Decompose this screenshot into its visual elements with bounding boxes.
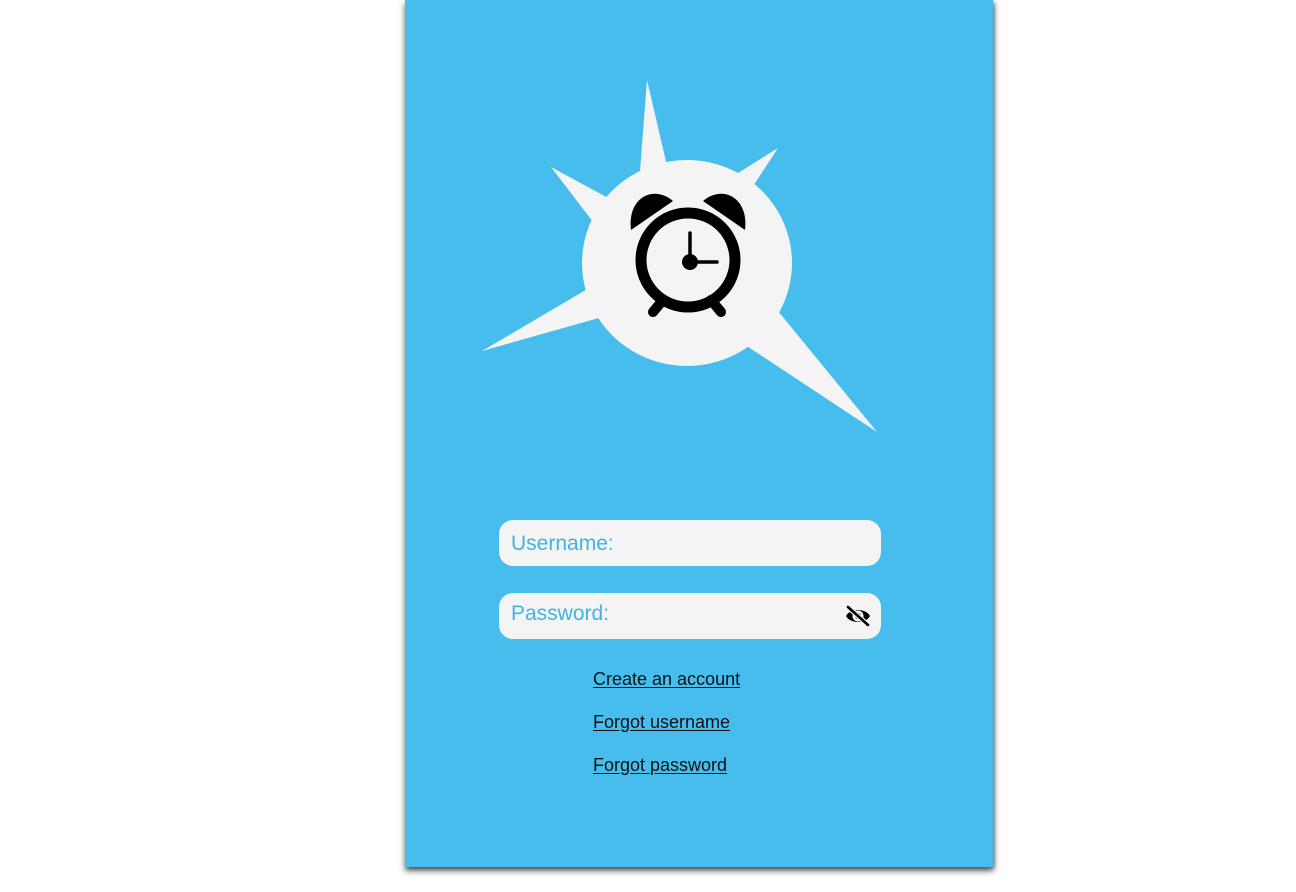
show-password-toggle[interactable] [843, 601, 873, 631]
app-logo [405, 0, 993, 460]
starburst-background [482, 80, 877, 432]
password-field[interactable]: Password: [499, 593, 881, 639]
eye-off-icon [845, 604, 871, 628]
password-placeholder: Password: [511, 602, 610, 625]
create-account-link[interactable]: Create an account [593, 668, 740, 690]
forgot-password-link[interactable]: Forgot password [593, 754, 740, 776]
login-panel: Username: Password: Create an account Fo… [405, 0, 993, 867]
username-field[interactable]: Username: [499, 520, 881, 566]
account-links: Create an account Forgot username Forgot… [593, 668, 740, 797]
forgot-username-link[interactable]: Forgot username [593, 711, 740, 733]
username-placeholder: Username: [511, 532, 614, 555]
